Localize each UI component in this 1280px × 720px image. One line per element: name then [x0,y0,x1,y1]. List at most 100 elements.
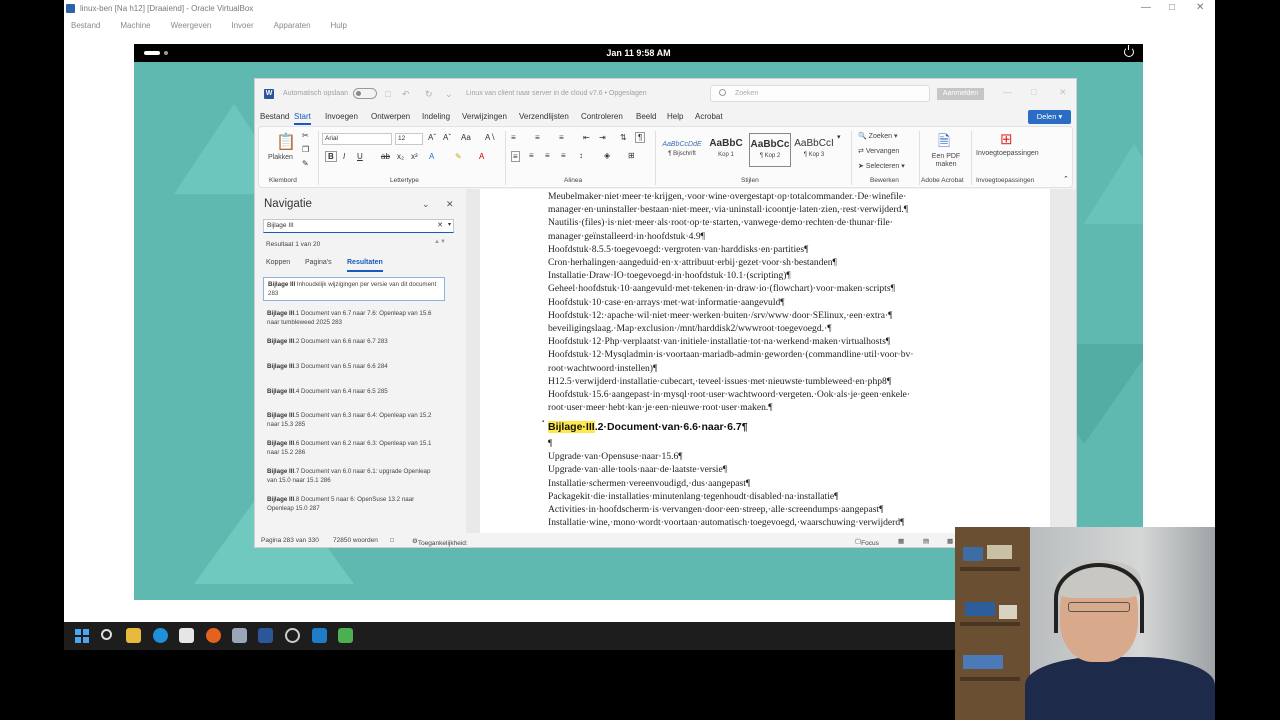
change-case-icon[interactable]: Aa [461,133,471,142]
bold-icon[interactable]: B [325,151,337,162]
create-pdf-button[interactable]: Een PDF maken [927,153,965,169]
numbering-icon[interactable]: ≡ [535,133,540,142]
font-name-combo[interactable]: Arial [322,133,392,145]
copy-icon[interactable]: ❐ [302,145,309,154]
menu-weergeven[interactable]: Weergeven [171,21,212,30]
search-result-item[interactable]: Bijlage III.5 Document van 6.3 naar 6.4:… [263,409,445,431]
tab-start[interactable]: Start [294,112,311,125]
firefox-icon[interactable] [206,628,221,643]
save-icon[interactable]: □ [385,89,390,99]
cut-icon[interactable]: ✂ [302,131,309,140]
save-app-icon[interactable] [232,628,247,643]
nav-tab-koppen[interactable]: Koppen [266,259,290,266]
navigation-search-input[interactable]: Bijlage III ✕ ▾ [263,219,454,233]
search-result-item[interactable]: Bijlage III.3 Document van 6.5 naar 6.6 … [263,360,445,373]
clock[interactable]: Jan 11 9:58 AM [134,48,1143,58]
highlight-icon[interactable]: ✎ [455,152,462,161]
power-icon[interactable] [1124,45,1134,57]
web-layout-icon[interactable]: ▩ [947,537,953,545]
format-painter-icon[interactable]: ✎ [302,159,309,168]
menu-machine[interactable]: Machine [120,21,150,30]
proofing-icon[interactable]: □ [390,537,394,544]
show-paragraph-marks-icon[interactable]: ¶ [635,132,646,143]
maximize-icon[interactable]: □ [1169,2,1175,13]
read-mode-icon[interactable]: ▦ [898,537,904,545]
print-layout-icon[interactable]: ▤ [923,537,929,545]
shrink-font-icon[interactable]: Aˇ [443,133,451,142]
menu-hulp[interactable]: Hulp [331,21,347,30]
edge-icon[interactable] [153,628,168,643]
clear-format-icon[interactable]: A∖ [485,133,495,142]
style-kop-3[interactable]: AaBbCcI ¶ Kop 3 [793,133,835,167]
style-bijschrift[interactable]: AaBbCcDdE ¶ Bijschrift [661,133,703,167]
tab-invoegen[interactable]: Invoegen [325,112,358,121]
align-center-icon[interactable]: ≡ [529,151,534,160]
minimize-icon[interactable]: — [1003,87,1012,97]
share-button[interactable]: Delen ▾ [1028,110,1071,124]
paste-label[interactable]: Plakken [268,154,293,161]
file-explorer-icon[interactable] [126,628,141,643]
decrease-indent-icon[interactable]: ⇤ [583,133,590,142]
tab-acrobat[interactable]: Acrobat [695,112,723,121]
align-left-icon[interactable]: ≡ [511,151,520,162]
accessibility-status[interactable]: ⚙ Toegankelijkheid: onderzoeken [412,537,468,547]
italic-icon[interactable]: I [343,152,345,161]
grow-font-icon[interactable]: Aˆ [428,133,436,142]
font-color-icon[interactable]: A [479,152,484,161]
signin-button[interactable]: Aanmelden [937,88,984,100]
styles-gallery-more-icon[interactable]: ▾ [837,133,841,141]
tab-verwijzingen[interactable]: Verwijzingen [462,112,507,121]
search-result-item[interactable]: Bijlage III.4 Document van 6.4 naar 6.5 … [263,385,445,398]
tab-help[interactable]: Help [667,112,683,121]
underline-icon[interactable]: U [357,152,363,161]
borders-icon[interactable]: ⊞ [628,151,635,160]
replace-button[interactable]: ⇄ Vervangen [858,147,899,155]
autosave-toggle[interactable] [353,88,377,99]
undo-icon[interactable]: ↶ [402,89,410,100]
menu-invoer[interactable]: Invoer [231,21,253,30]
start-icon[interactable] [75,629,89,643]
nav-tab-paginas[interactable]: Pagina's [305,259,332,266]
close-icon[interactable]: ✕ [1196,2,1204,13]
style-kop-2[interactable]: AaBbCc ¶ Kop 2 [749,133,791,167]
close-icon[interactable]: ✕ [1059,87,1067,98]
style-kop-1[interactable]: AaBbC Kop 1 [705,133,747,167]
tab-ontwerpen[interactable]: Ontwerpen [371,112,410,121]
select-button[interactable]: ➤ Selecteren ▾ [858,162,905,170]
customize-qat-icon[interactable]: ⌄ [445,89,453,100]
find-button[interactable]: 🔍 Zoeken ▾ [858,132,898,140]
close-pane-icon[interactable]: ✕ [446,199,454,210]
strikethrough-icon[interactable]: ab [381,152,390,161]
search-result-item[interactable]: Bijlage III Inhoudelijk wijzigingen per … [263,277,445,301]
tab-verzendlijsten[interactable]: Verzendlijsten [519,112,569,121]
search-result-item[interactable]: Bijlage III.8 Document 5 naar 6: OpenSus… [263,493,445,515]
addins-button[interactable]: Invoegtoepassingen [976,150,1039,157]
word-count[interactable]: 72850 woorden [333,537,378,544]
word-taskbar-icon[interactable] [258,628,273,643]
line-spacing-icon[interactable]: ↕ [579,151,583,160]
vscode-icon[interactable] [312,628,327,643]
shading-icon[interactable]: ◈ [604,151,610,160]
minimize-icon[interactable]: — [1141,2,1151,13]
tab-indeling[interactable]: Indeling [422,112,450,121]
page-count[interactable]: Pagina 283 van 330 [261,537,319,544]
nav-tab-resultaten[interactable]: Resultaten [347,259,383,272]
menu-apparaten[interactable]: Apparaten [274,21,311,30]
text-effects-icon[interactable]: A [429,152,434,161]
maximize-icon[interactable]: □ [1031,87,1036,97]
sort-icon[interactable]: ⇅ [620,133,627,142]
superscript-icon[interactable]: x² [411,152,418,161]
align-right-icon[interactable]: ≡ [545,151,550,160]
search-result-item[interactable]: Bijlage III.7 Document van 6.0 naar 6.1:… [263,465,445,487]
increase-indent-icon[interactable]: ⇥ [599,133,606,142]
addins-icon[interactable]: ⊞ [1000,130,1013,148]
clear-search-icon[interactable]: ✕ [437,221,443,229]
tab-bestand[interactable]: Bestand [260,112,289,121]
search-icon[interactable] [101,629,112,640]
heading-collapse-icon[interactable]: ▪ [542,419,544,425]
store-icon[interactable] [179,628,194,643]
justify-icon[interactable]: ≡ [561,151,566,160]
search-result-item[interactable]: Bijlage III.6 Document van 6.2 naar 6.3:… [263,437,445,459]
tab-controleren[interactable]: Controleren [581,112,623,121]
font-size-combo[interactable]: 12 [395,133,423,145]
